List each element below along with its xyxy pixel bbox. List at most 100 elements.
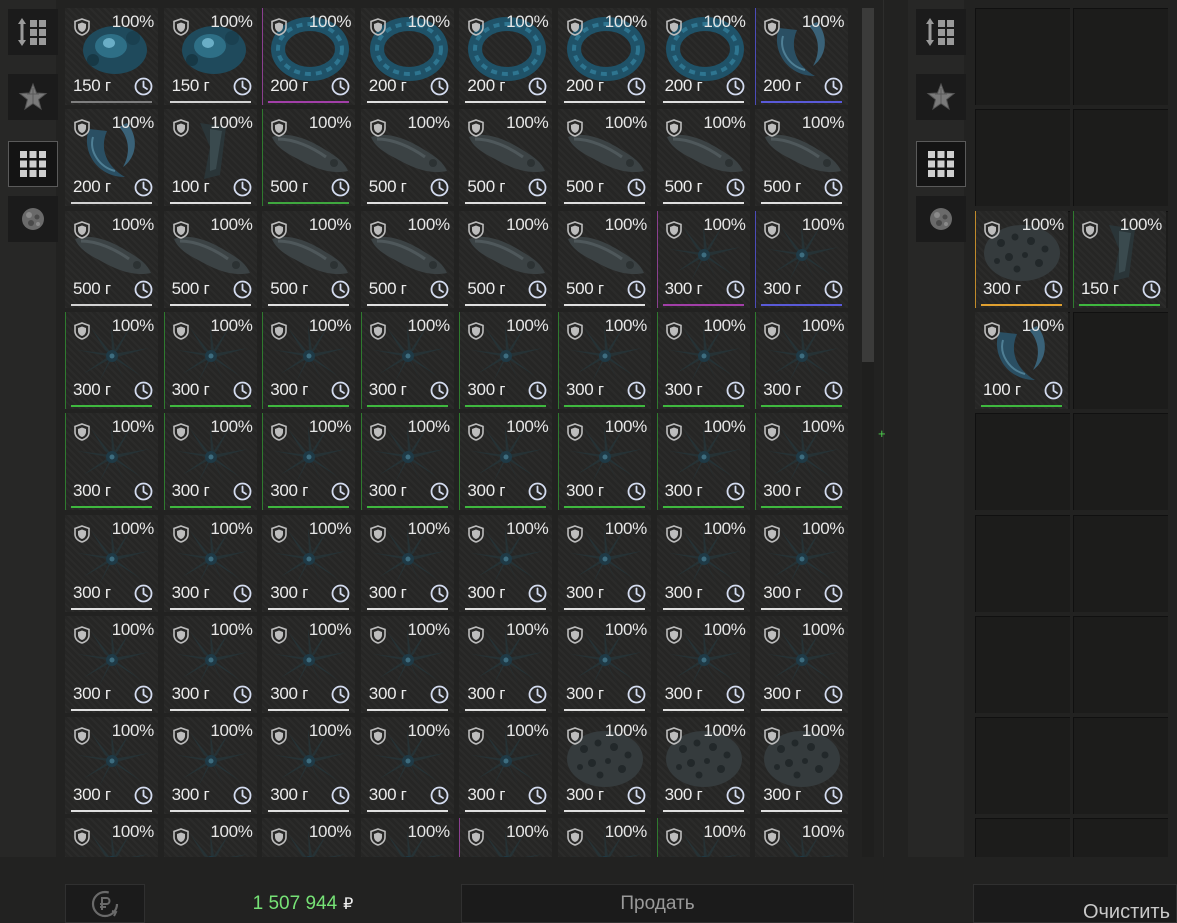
right-filter-sort-button[interactable] — [916, 9, 966, 55]
artifact-slot[interactable]: 100% 500 г — [262, 210, 356, 308]
artifact-slot[interactable]: 100% 200 г — [262, 8, 356, 105]
artifact-slot[interactable]: 100% 200 г — [459, 8, 553, 105]
empty-slot[interactable] — [1073, 717, 1168, 815]
artifact-slot[interactable]: 100% 500 г — [656, 109, 750, 207]
artifact-slot[interactable]: 100% 300 г — [459, 311, 553, 409]
artifact-slot[interactable]: 100% 300 г — [360, 514, 454, 612]
artifact-slot[interactable]: 100% 300 г — [262, 311, 356, 409]
empty-slot[interactable] — [1073, 109, 1168, 207]
artifact-slot[interactable]: 100% 300 г — [360, 413, 454, 511]
artifact-slot[interactable]: 100% 300 г — [163, 615, 257, 713]
artifact-slot[interactable]: 100% 300 г — [656, 311, 750, 409]
artifact-slot[interactable]: 100% 500 г — [459, 109, 553, 207]
artifact-slot[interactable]: 100% 300 г — [459, 514, 553, 612]
artifact-slot[interactable]: 100% — [755, 818, 849, 857]
left-filter-star-button[interactable] — [8, 74, 58, 120]
right-filter-star-button[interactable] — [916, 74, 966, 120]
artifact-slot[interactable]: 100% 200 г — [558, 8, 651, 105]
artifact-slot[interactable]: 100% 200 г — [656, 8, 750, 105]
artifact-slot[interactable]: 100% 300 г — [656, 413, 750, 511]
artifact-slot[interactable]: 100% 300 г — [558, 717, 651, 815]
artifact-slot[interactable]: 100% — [163, 818, 257, 857]
artifact-slot[interactable]: 100% 200 г — [65, 109, 158, 207]
empty-slot[interactable] — [1073, 8, 1168, 105]
clear-button[interactable]: Очистить — [973, 884, 1177, 923]
artifact-slot[interactable]: 100% 300 г — [65, 615, 158, 713]
artifact-slot[interactable]: 100% 300 г — [65, 514, 158, 612]
artifact-slot[interactable]: 100% 300 г — [459, 615, 553, 713]
artifact-slot[interactable]: 100% 300 г — [558, 413, 651, 511]
artifact-slot[interactable]: 100% 300 г — [975, 210, 1068, 308]
artifact-slot[interactable]: 100% — [558, 818, 651, 857]
empty-slot[interactable] — [975, 818, 1070, 857]
artifact-slot[interactable]: 100% 300 г — [459, 413, 553, 511]
artifact-slot[interactable]: 100% 300 г — [656, 615, 750, 713]
left-filter-sort-button[interactable] — [8, 9, 58, 55]
sell-button[interactable]: Продать — [461, 884, 854, 923]
artifact-slot[interactable]: 100% 300 г — [163, 514, 257, 612]
empty-slot[interactable] — [1073, 514, 1168, 612]
right-filter-artifact-button[interactable] — [916, 196, 966, 242]
artifact-slot[interactable]: 100% 300 г — [65, 311, 158, 409]
artifact-slot[interactable]: 100% — [360, 818, 454, 857]
artifact-slot[interactable]: 100% 300 г — [656, 210, 750, 308]
empty-slot[interactable] — [975, 413, 1070, 511]
artifact-slot[interactable]: 100% 500 г — [360, 210, 454, 308]
artifact-slot[interactable]: 100% 500 г — [558, 109, 651, 207]
artifact-slot[interactable]: 100% — [656, 818, 750, 857]
artifact-slot[interactable]: 100% 100 г — [163, 109, 257, 207]
artifact-slot[interactable]: 100% 500 г — [360, 109, 454, 207]
left-filter-artifact-button[interactable] — [8, 196, 58, 242]
artifact-slot[interactable]: 100% 300 г — [755, 413, 849, 511]
artifact-slot[interactable]: 100% 300 г — [558, 311, 651, 409]
artifact-slot[interactable]: 100% 300 г — [755, 514, 849, 612]
artifact-slot[interactable]: 100% 300 г — [262, 717, 356, 815]
artifact-slot[interactable]: 100% 300 г — [755, 615, 849, 713]
artifact-slot[interactable]: 100% 300 г — [558, 615, 651, 713]
artifact-slot[interactable]: 100% 300 г — [262, 514, 356, 612]
stash-scrollbar-thumb[interactable] — [862, 8, 874, 362]
artifact-slot[interactable]: 100% 300 г — [459, 717, 553, 815]
empty-slot[interactable] — [1073, 818, 1168, 857]
artifact-slot[interactable]: 100% 300 г — [755, 311, 849, 409]
empty-slot[interactable] — [1073, 615, 1168, 713]
empty-slot[interactable] — [1073, 311, 1168, 409]
empty-slot[interactable] — [975, 109, 1070, 207]
artifact-slot[interactable]: 100% 300 г — [755, 210, 849, 308]
artifact-slot[interactable]: 100% 300 г — [360, 311, 454, 409]
artifact-slot[interactable]: 100% 300 г — [558, 514, 651, 612]
artifact-slot[interactable]: 100% 150 г — [163, 8, 257, 105]
empty-slot[interactable] — [975, 514, 1070, 612]
artifact-slot[interactable]: 100% 300 г — [163, 717, 257, 815]
refresh-button[interactable] — [65, 884, 145, 923]
right-filter-grid-button[interactable] — [916, 141, 966, 187]
artifact-slot[interactable]: 100% 300 г — [163, 413, 257, 511]
left-filter-grid-button[interactable] — [8, 141, 58, 187]
artifact-slot[interactable]: 100% 100 г — [975, 311, 1068, 409]
artifact-slot[interactable]: 100% 500 г — [755, 109, 849, 207]
artifact-slot[interactable]: 100% 500 г — [459, 210, 553, 308]
artifact-slot[interactable]: 100% 500 г — [558, 210, 651, 308]
empty-slot[interactable] — [1073, 413, 1168, 511]
artifact-slot[interactable]: 100% 150 г — [65, 8, 158, 105]
stash-scrollbar[interactable] — [862, 8, 874, 857]
artifact-slot[interactable]: 100% 300 г — [65, 717, 158, 815]
artifact-slot[interactable]: 100% 200 г — [755, 8, 849, 105]
artifact-slot[interactable]: 100% 300 г — [360, 717, 454, 815]
artifact-slot[interactable]: 100% 300 г — [65, 413, 158, 511]
artifact-slot[interactable]: 100% 300 г — [360, 615, 454, 713]
artifact-slot[interactable]: 100% 300 г — [755, 717, 849, 815]
artifact-slot[interactable]: 100% 300 г — [163, 311, 257, 409]
artifact-slot[interactable]: 100% 300 г — [262, 615, 356, 713]
empty-slot[interactable] — [975, 615, 1070, 713]
artifact-slot[interactable]: 100% 300 г — [262, 413, 356, 511]
artifact-slot[interactable]: 100% — [65, 818, 158, 857]
artifact-slot[interactable]: 100% 500 г — [163, 210, 257, 308]
artifact-slot[interactable]: 100% 300 г — [656, 514, 750, 612]
artifact-slot[interactable]: 100% 500 г — [65, 210, 158, 308]
artifact-slot[interactable]: 100% 300 г — [656, 717, 750, 815]
artifact-slot[interactable]: 100% 500 г — [262, 109, 356, 207]
artifact-slot[interactable]: 100% — [459, 818, 553, 857]
artifact-slot[interactable]: 100% 200 г — [360, 8, 454, 105]
artifact-slot[interactable]: 100% — [262, 818, 356, 857]
